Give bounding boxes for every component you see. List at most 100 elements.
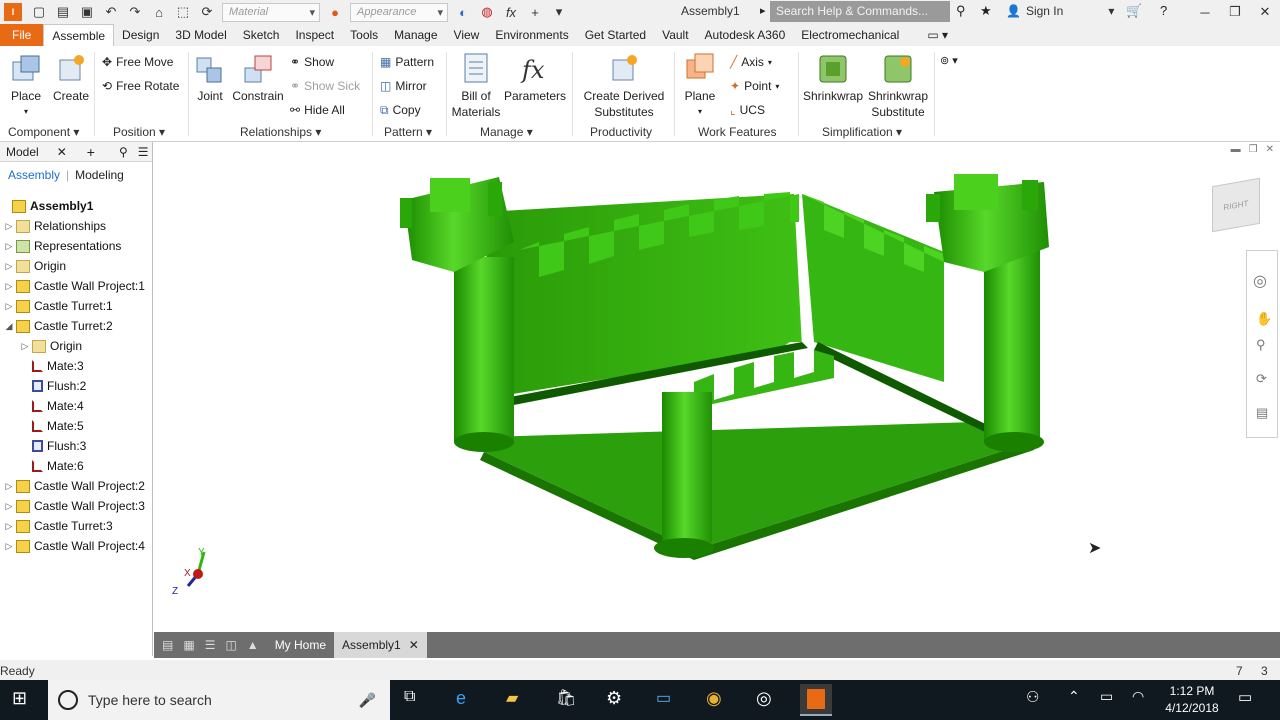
tree-item[interactable]: ▷ Castle Turret:1 xyxy=(4,296,113,316)
tree-item[interactable]: ◢ Castle Turret:2 xyxy=(4,316,113,336)
tree-item[interactable]: ▷ Origin xyxy=(4,256,66,276)
show-button[interactable]: ⚭ Show xyxy=(290,52,334,72)
remote-desktop-icon[interactable]: ▭ xyxy=(656,688,680,712)
tree-item[interactable]: ▷ Castle Wall Project:4 xyxy=(4,536,145,556)
manage-group-label[interactable]: Manage ▾ xyxy=(480,125,533,139)
tab-assemble[interactable]: Assemble xyxy=(43,24,115,46)
tile-horizontal-icon[interactable]: ☰ xyxy=(205,638,216,652)
shrinkwrap-button[interactable]: Shrinkwrap xyxy=(802,52,864,104)
new-icon[interactable]: ▢ xyxy=(30,3,48,21)
expand-toggle-icon[interactable]: ▷ xyxy=(4,261,14,272)
shrinkwrap-substitute-button[interactable]: Shrinkwrap Substitute xyxy=(866,52,930,120)
create-button[interactable]: Create xyxy=(52,52,90,104)
parameters-button[interactable]: fx Parameters xyxy=(504,52,566,104)
expand-toggle-icon[interactable]: ▷ xyxy=(20,341,30,352)
tab-tools[interactable]: Tools xyxy=(342,24,386,46)
wifi-icon[interactable]: ◠ xyxy=(1132,688,1156,712)
task-view-icon[interactable]: ⧉ xyxy=(404,688,428,712)
tile-vertical-icon[interactable]: ◫ xyxy=(225,638,236,652)
fx-icon[interactable]: fx xyxy=(502,3,520,21)
tab-my-home[interactable]: My Home xyxy=(267,632,334,658)
microphone-icon[interactable]: 🎤 xyxy=(359,692,376,709)
ribbon-expand-icon[interactable]: ⊚ ▾ xyxy=(940,54,958,67)
tree-item[interactable]: Mate:3 xyxy=(20,356,84,376)
close-tab-icon[interactable]: ✕ xyxy=(409,638,419,652)
obs-icon[interactable]: ◎ xyxy=(756,688,780,712)
redo-icon[interactable]: ↷ xyxy=(126,3,144,21)
tree-item[interactable]: ▷ Representations xyxy=(4,236,122,256)
app-logo[interactable]: I xyxy=(4,3,22,21)
tree-item[interactable]: Flush:3 xyxy=(20,436,86,456)
viewport-minimize-icon[interactable]: ▬ xyxy=(1231,144,1241,155)
expand-toggle-icon[interactable]: ◢ xyxy=(4,321,14,332)
windows-start-icon[interactable]: ⊞ xyxy=(12,688,36,712)
graphics-viewport[interactable]: RIGHT ◎ ✋ ⚲ ⟳ ▤ ▬ ❐ ✕ Y X Z ➤ xyxy=(154,142,1280,632)
tab-inspect[interactable]: Inspect xyxy=(287,24,342,46)
settings-gear-icon[interactable]: ⚙ xyxy=(606,688,630,712)
ribbon-options-icon[interactable]: ▭ ▾ xyxy=(907,24,956,46)
pattern-button[interactable]: ▦ Pattern xyxy=(380,52,434,72)
open-icon[interactable]: ▤ xyxy=(54,3,72,21)
tab-manage[interactable]: Manage xyxy=(386,24,445,46)
people-icon[interactable]: ⚇ xyxy=(1026,688,1050,712)
bill-of-materials-button[interactable]: Bill of Materials xyxy=(450,52,502,120)
plane-button[interactable]: Plane ▾ xyxy=(680,52,720,120)
search-help-input[interactable]: Search Help & Commands... xyxy=(770,1,950,22)
notifications-icon[interactable]: ▭ xyxy=(1238,688,1262,712)
expand-toggle-icon[interactable]: ▷ xyxy=(4,481,14,492)
orbit-icon[interactable]: ⟳ xyxy=(1256,371,1267,387)
mirror-button[interactable]: ◫ Mirror xyxy=(380,76,427,96)
tab-get-started[interactable]: Get Started xyxy=(577,24,654,46)
tab-design[interactable]: Design xyxy=(114,24,167,46)
tab-electromechanical[interactable]: Electromechanical xyxy=(793,24,907,46)
free-move-button[interactable]: ✥ Free Move xyxy=(102,52,173,72)
expand-toggle-icon[interactable]: ▷ xyxy=(4,301,14,312)
inventor-taskbar-icon[interactable] xyxy=(800,684,832,716)
tree-item[interactable]: ▷ Castle Turret:3 xyxy=(4,516,113,536)
tree-item[interactable]: ▷ Origin xyxy=(20,336,82,356)
point-button[interactable]: ✦ Point ▾ xyxy=(730,76,779,96)
home-icon[interactable]: ⌂ xyxy=(150,3,168,21)
tab-vault[interactable]: Vault xyxy=(654,24,696,46)
cart-icon[interactable]: 🛒 xyxy=(1126,3,1142,19)
tile-icon[interactable]: ▦ xyxy=(183,638,194,652)
update-icon[interactable]: ⟳ xyxy=(198,3,216,21)
place-button[interactable]: Place ▾ xyxy=(6,52,46,120)
tree-item[interactable]: ▷ Castle Wall Project:1 xyxy=(4,276,145,296)
tab-view[interactable]: View xyxy=(446,24,488,46)
search-browser-icon[interactable]: ⚲ xyxy=(119,145,128,159)
close-browser-icon[interactable]: ✕ xyxy=(57,145,67,159)
position-group-label[interactable]: Position ▾ xyxy=(113,125,165,139)
material-select[interactable]: Material xyxy=(222,2,320,22)
file-explorer-icon[interactable]: ▰ xyxy=(506,688,530,712)
tab-autodesk-a360[interactable]: Autodesk A360 xyxy=(697,24,794,46)
plus-icon[interactable]: + xyxy=(526,3,544,21)
relationships-group-label[interactable]: Relationships ▾ xyxy=(240,125,321,139)
undo-icon[interactable]: ↶ xyxy=(102,3,120,21)
simplification-group-label[interactable]: Simplification ▾ xyxy=(822,125,902,139)
constrain-button[interactable]: Constrain xyxy=(230,52,286,104)
sign-in-button[interactable]: 👤 Sign In ▾ xyxy=(1006,4,1114,18)
tab-environments[interactable]: Environments xyxy=(487,24,576,46)
productivity-group-label[interactable]: Productivity xyxy=(590,125,652,139)
tree-item[interactable]: Mate:6 xyxy=(20,456,84,476)
tab-assembly1[interactable]: Assembly1 ✕ xyxy=(334,632,427,658)
viewport-close-icon[interactable]: ✕ xyxy=(1266,144,1274,155)
expand-toggle-icon[interactable]: ▷ xyxy=(4,221,14,232)
tree-item[interactable]: Mate:4 xyxy=(20,396,84,416)
tab-modeling[interactable]: Modeling xyxy=(75,168,124,182)
expand-toggle-icon[interactable]: ▷ xyxy=(4,541,14,552)
tree-item[interactable]: Assembly1 xyxy=(0,196,93,216)
taskbar-clock[interactable]: 1:12 PM 4/12/2018 xyxy=(1158,683,1226,717)
tree-item[interactable]: ▷ Castle Wall Project:2 xyxy=(4,476,145,496)
create-derived-substitutes-button[interactable]: Create Derived Substitutes xyxy=(578,52,670,120)
tree-item[interactable]: Mate:5 xyxy=(20,416,84,436)
store-icon[interactable]: 🛍 xyxy=(556,688,580,712)
tab-assembly[interactable]: Assembly xyxy=(8,168,60,182)
pan-icon[interactable]: ✋ xyxy=(1256,311,1272,327)
expand-toggle-icon[interactable]: ▷ xyxy=(4,521,14,532)
joint-button[interactable]: Joint xyxy=(192,52,228,104)
tab-3d-model[interactable]: 3D Model xyxy=(167,24,234,46)
hide-all-button[interactable]: ⚯ Hide All xyxy=(290,100,345,120)
tree-item[interactable]: Flush:2 xyxy=(20,376,86,396)
